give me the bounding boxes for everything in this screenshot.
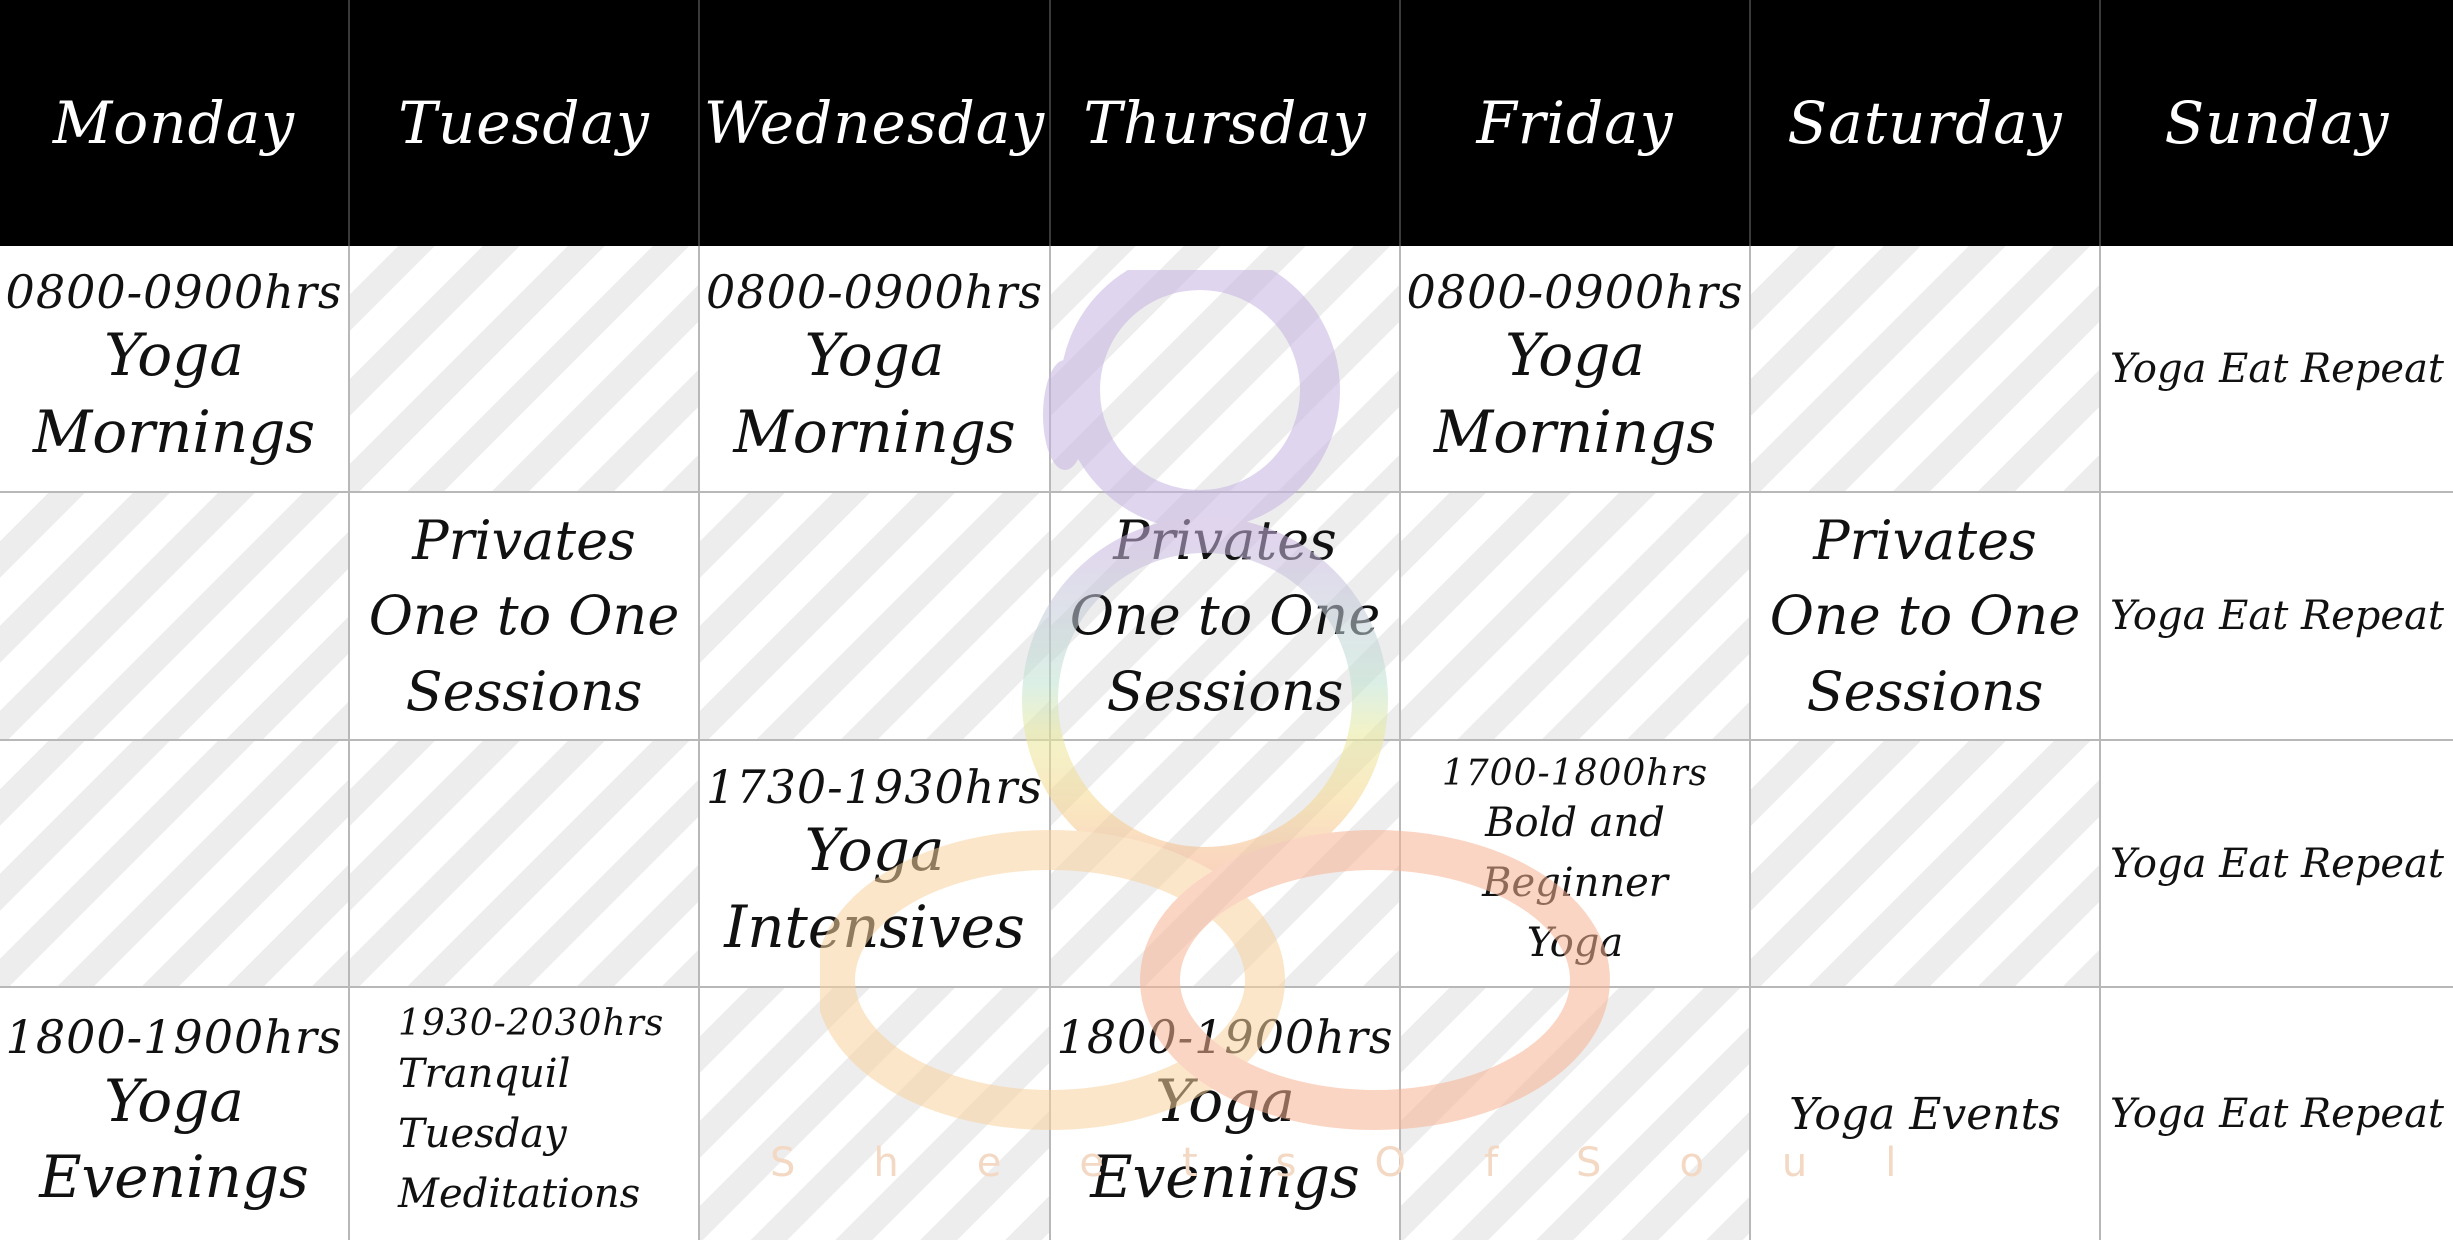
slot-title: Yoga xyxy=(1526,920,1624,967)
slot-empty xyxy=(700,493,1051,741)
slot-empty xyxy=(0,493,350,741)
slot-time: 0800-0900hrs xyxy=(1406,264,1744,319)
slot-time: 1800-1900hrs xyxy=(1056,1010,1394,1065)
slot-title: Evenings xyxy=(39,1143,309,1212)
slot-title: Sessions xyxy=(1806,659,2044,723)
slot-title: Beginner xyxy=(1482,860,1668,907)
slot-title: Yoga Eat Repeat xyxy=(2109,593,2444,639)
slot-empty xyxy=(1401,493,1751,741)
slot-empty xyxy=(700,988,1051,1240)
slot-time: 1930-2030hrs xyxy=(398,1003,665,1045)
slot-time: 1730-1930hrs xyxy=(706,759,1043,814)
slot-title: Yoga xyxy=(104,1066,244,1135)
slot-title: Intensives xyxy=(724,892,1025,961)
slot-title: Mornings xyxy=(1433,397,1717,466)
slot-title: Yoga Eat Repeat xyxy=(2109,345,2444,392)
slot-empty xyxy=(1051,741,1401,988)
day-header-monday: Monday xyxy=(0,0,350,246)
slot-sun-4: Yoga Eat Repeat xyxy=(2101,988,2453,1240)
slot-title: Evenings xyxy=(1090,1143,1360,1212)
slot-empty xyxy=(1751,246,2101,493)
slot-title: Privates xyxy=(1813,508,2037,572)
slot-title: Yoga xyxy=(804,321,945,390)
slot-fri-1: 0800-0900hrs Yoga Mornings xyxy=(1401,246,1751,493)
slot-title: One to One xyxy=(1769,584,2081,648)
slot-tue-2: Privates One to One Sessions xyxy=(350,493,700,741)
slot-sun-1: Yoga Eat Repeat xyxy=(2101,246,2453,493)
slot-sun-3: Yoga Eat Repeat xyxy=(2101,741,2453,988)
slot-time: 1800-1900hrs xyxy=(5,1010,343,1065)
slot-empty xyxy=(1751,741,2101,988)
slot-title: Tranquil xyxy=(398,1050,571,1097)
slot-title: Privates xyxy=(412,508,636,572)
day-header-saturday: Saturday xyxy=(1751,0,2101,246)
slot-time: 1700-1800hrs xyxy=(1441,752,1709,794)
slot-sat-4: Yoga Events xyxy=(1751,988,2101,1240)
slot-title: Privates xyxy=(1113,508,1337,572)
slot-wed-3: 1730-1930hrs Yoga Intensives xyxy=(700,741,1051,988)
slot-mon-4: 1800-1900hrs Yoga Evenings xyxy=(0,988,350,1240)
day-header-friday: Friday xyxy=(1401,0,1751,246)
slot-empty xyxy=(1401,988,1751,1240)
slot-empty xyxy=(1051,246,1401,493)
slot-title: One to One xyxy=(368,584,680,648)
slot-title: Yoga xyxy=(1155,1066,1295,1135)
slot-thu-4: 1800-1900hrs Yoga Evenings xyxy=(1051,988,1401,1240)
slot-tue-4: 1930-2030hrs Tranquil Tuesday Meditation… xyxy=(350,988,700,1240)
slot-title: Bold and xyxy=(1485,800,1665,847)
slot-title: Yoga xyxy=(1505,321,1645,390)
slot-empty xyxy=(350,741,700,988)
slot-empty xyxy=(0,741,350,988)
slot-wed-1: 0800-0900hrs Yoga Mornings xyxy=(700,246,1051,493)
day-header-wednesday: Wednesday xyxy=(700,0,1051,246)
slot-thu-2: Privates One to One Sessions xyxy=(1051,493,1401,741)
slot-mon-1: 0800-0900hrs Yoga Mornings xyxy=(0,246,350,493)
slot-title: Sessions xyxy=(405,659,643,723)
slot-title: Meditations xyxy=(398,1170,641,1217)
slot-title: Yoga xyxy=(804,816,945,885)
slot-title: Mornings xyxy=(733,397,1016,466)
slot-title: One to One xyxy=(1069,584,1381,648)
slot-title: Yoga Eat Repeat xyxy=(2109,840,2444,887)
day-header-sunday: Sunday xyxy=(2101,0,2453,246)
slot-title: Yoga Events xyxy=(1789,1088,2061,1140)
slot-time: 0800-0900hrs xyxy=(706,264,1043,319)
slot-empty xyxy=(350,246,700,493)
slot-sun-2: Yoga Eat Repeat xyxy=(2101,493,2453,741)
slot-fri-3: 1700-1800hrs Bold and Beginner Yoga xyxy=(1401,741,1751,988)
timetable: Monday Tuesday Wednesday Thursday Friday… xyxy=(0,0,2453,1240)
day-header-tuesday: Tuesday xyxy=(350,0,700,246)
slot-title: Tuesday xyxy=(398,1110,567,1157)
slot-title: Mornings xyxy=(32,397,316,466)
day-header-thursday: Thursday xyxy=(1051,0,1401,246)
slot-title: Yoga xyxy=(104,321,244,390)
slot-time: 0800-0900hrs xyxy=(5,264,343,319)
slot-title: Sessions xyxy=(1106,659,1344,723)
slot-sat-2: Privates One to One Sessions xyxy=(1751,493,2101,741)
slot-title: Yoga Eat Repeat xyxy=(2109,1091,2444,1137)
